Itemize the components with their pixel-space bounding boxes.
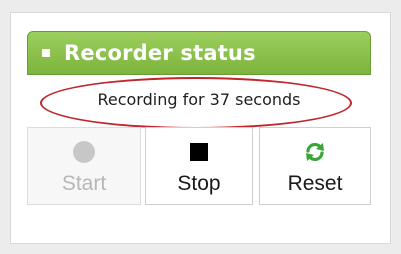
refresh-icon [306, 142, 324, 162]
reset-button[interactable]: Reset [259, 127, 371, 205]
recorder-controls: Start Stop Reset [27, 127, 371, 205]
status-area: Recording for 37 seconds [27, 75, 371, 131]
reset-button-label: Reset [287, 172, 343, 195]
bullet-icon [42, 49, 50, 57]
highlight-annotation [40, 77, 352, 129]
start-dot-icon [73, 141, 95, 163]
stop-button-label: Stop [177, 172, 221, 195]
start-button-label: Start [61, 172, 107, 195]
panel-title: Recorder status [64, 41, 256, 65]
stop-button[interactable]: Stop [145, 127, 253, 205]
recorder-status-panel: Recorder status Recording for 37 seconds… [27, 31, 371, 205]
start-button[interactable]: Start [27, 127, 141, 205]
stop-square-icon [190, 143, 208, 161]
panel-header: Recorder status [27, 31, 371, 75]
